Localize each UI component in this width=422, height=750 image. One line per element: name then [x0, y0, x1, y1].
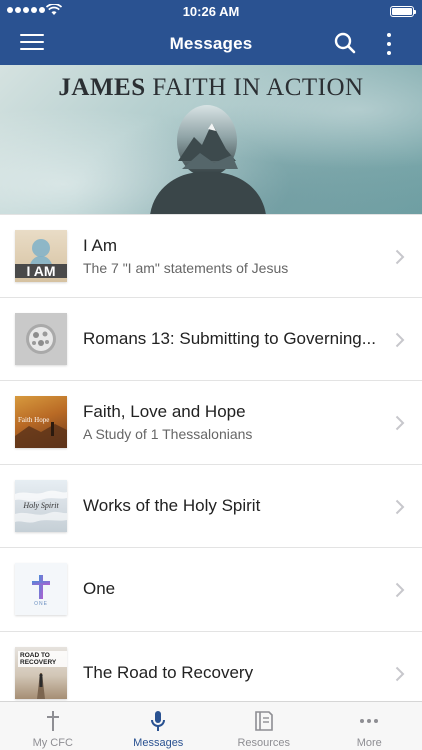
list-item-title: I Am — [83, 235, 118, 255]
list-item[interactable]: I AM I Am The 7 "I am" statements of Jes… — [0, 214, 422, 298]
chevron-right-icon — [395, 499, 405, 514]
list-item-title: One — [83, 579, 116, 599]
list-item-subtitle: The 7 "I am" statements of Jesus — [83, 259, 289, 276]
list-item-title: Faith, Love and Hope — [83, 402, 246, 422]
banner-title: JAMES FAITH IN ACTION — [0, 74, 422, 102]
banner-title-rest: FAITH IN ACTION — [152, 74, 364, 101]
status-time: 10:26 AM — [182, 3, 240, 19]
book-icon — [254, 711, 273, 731]
thumb-label: ROAD TO RECOVERY — [18, 650, 67, 667]
list-item-subtitle: A Study of 1 Thessalonians — [83, 426, 253, 443]
tab-resources[interactable]: Resources — [211, 702, 317, 750]
series-thumbnail: I AM — [15, 230, 67, 282]
series-thumbnail: Holy Spirit — [15, 479, 67, 532]
status-bar: 10:26 AM — [0, 0, 422, 22]
tab-bar: My CFC Messages Resources More — [0, 701, 422, 750]
thumb-label: Faith Hope — [18, 416, 50, 424]
chevron-right-icon — [395, 415, 405, 431]
search-icon[interactable] — [334, 32, 356, 54]
list-item[interactable]: ONE One — [0, 548, 422, 632]
wifi-icon — [46, 4, 62, 15]
tab-label: Messages — [133, 737, 184, 749]
tab-label: More — [356, 737, 382, 749]
page-title: Messages — [169, 34, 253, 53]
cross-icon — [46, 711, 59, 731]
battery-icon — [390, 6, 416, 17]
signal-icon — [7, 7, 45, 13]
tab-more[interactable]: More — [317, 702, 422, 750]
series-thumbnail: ONE — [15, 563, 67, 615]
list-item-title: The Road to Recovery — [83, 662, 254, 682]
silhouette-mountain-image — [150, 105, 266, 214]
list-item-title: Works of the Holy Spirit — [83, 495, 261, 515]
thumb-label: Holy Spirit — [23, 500, 59, 510]
tab-label: My CFC — [32, 737, 73, 749]
tab-messages[interactable]: Messages — [106, 702, 212, 750]
list-item-title: Romans 13: Submitting to Governing... — [83, 328, 376, 348]
more-icon — [360, 719, 379, 723]
chevron-right-icon — [395, 332, 405, 347]
nav-bar: Messages — [0, 22, 422, 65]
series-list: I AM I Am The 7 "I am" statements of Jes… — [0, 214, 422, 715]
banner-title-bold: JAMES — [58, 74, 146, 101]
list-item[interactable]: Faith Hope Faith, Love and Hope A Study … — [0, 381, 422, 465]
tab-label: Resources — [237, 737, 291, 749]
tab-my-cfc[interactable]: My CFC — [0, 702, 106, 750]
series-thumbnail — [15, 312, 67, 365]
series-thumbnail: Faith Hope — [15, 396, 67, 448]
microphone-icon — [151, 711, 166, 731]
chevron-right-icon — [395, 582, 405, 598]
thumb-label: I AM — [15, 264, 67, 278]
thumb-label: ONE — [34, 601, 48, 607]
more-options-icon[interactable] — [382, 31, 396, 57]
series-banner[interactable]: JAMES FAITH IN ACTION — [0, 65, 422, 214]
chevron-right-icon — [395, 249, 405, 265]
series-thumbnail: ROAD TO RECOVERY — [15, 646, 67, 699]
list-item[interactable]: Romans 13: Submitting to Governing... — [0, 297, 422, 381]
chevron-right-icon — [395, 666, 405, 681]
list-item[interactable]: Holy Spirit Works of the Holy Spirit — [0, 464, 422, 548]
